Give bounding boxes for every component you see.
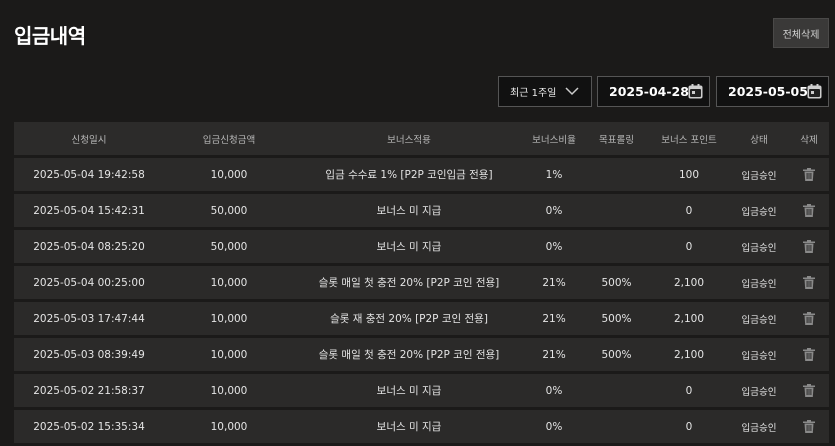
row-rate: 21% <box>542 348 566 361</box>
row-bonus: 슬롯 매일 첫 충전 20% [P2P 코인 전용] <box>318 277 500 289</box>
row-point: 2,100 <box>673 276 705 289</box>
row-point: 100 <box>678 168 700 181</box>
table-header: 신청일시 입금신청금액 보너스적용 보너스비율 목표롤링 보너스 포인트 상태 … <box>14 122 829 155</box>
delete-row-button[interactable] <box>789 420 829 433</box>
delete-row-button[interactable] <box>789 240 829 253</box>
row-amount: 10,000 <box>210 384 248 397</box>
row-rate: 0% <box>545 240 563 253</box>
row-bonus: 보너스 미 지급 <box>376 421 442 433</box>
column-header: 보너스적용 <box>387 134 431 146</box>
row-point: 0 <box>685 420 693 433</box>
row-bonus: 보너스 미 지급 <box>376 385 442 397</box>
table-row: 2025-05-04 00:25:00 10,000 슬롯 매일 첫 충전 20% … <box>14 266 829 299</box>
row-rate: 0% <box>545 204 563 217</box>
row-rate: 0% <box>545 420 563 433</box>
trash-icon[interactable] <box>803 384 815 397</box>
column-header: 신청일시 <box>71 134 107 146</box>
row-status: 입금승인 <box>741 314 777 326</box>
delete-row-button[interactable] <box>789 384 829 397</box>
column-header: 보너스비율 <box>532 134 576 146</box>
delete-row-button[interactable] <box>789 204 829 217</box>
delete-row-button[interactable] <box>789 168 829 181</box>
column-header: 목표롤링 <box>599 134 634 146</box>
row-date: 2025-05-04 08:25:20 <box>33 240 145 253</box>
column-header: 상태 <box>750 134 768 146</box>
row-target: 500% <box>601 348 632 361</box>
row-amount: 10,000 <box>210 348 248 361</box>
row-rate: 1% <box>545 168 563 181</box>
table-row: 2025-05-02 15:35:34 10,000 보너스 미 지급 0% 0 입금승인 <box>14 410 829 443</box>
row-status: 입금승인 <box>741 350 777 362</box>
trash-icon[interactable] <box>803 348 815 361</box>
row-amount: 50,000 <box>210 240 248 253</box>
row-status: 입금승인 <box>741 242 777 254</box>
row-bonus: 슬롯 재 충전 20% [P2P 코인 전용] <box>330 313 488 325</box>
trash-icon[interactable] <box>803 204 815 217</box>
row-status: 입금승인 <box>741 386 777 398</box>
start-date-input[interactable]: 2025-04-28 <box>597 76 710 107</box>
row-point: 2,100 <box>673 348 705 361</box>
row-target: 500% <box>601 312 632 325</box>
table-row: 2025-05-02 21:58:37 10,000 보너스 미 지급 0% 0 입금승인 <box>14 374 829 407</box>
calendar-icon[interactable] <box>807 84 822 99</box>
column-header: 입금신청금액 <box>202 134 256 146</box>
row-status: 입금승인 <box>741 422 777 434</box>
table-row: 2025-05-04 15:42:31 50,000 보너스 미 지급 0% 0 입금승인 <box>14 194 829 227</box>
row-point: 0 <box>685 240 693 253</box>
period-select[interactable]: 최근 1주일 <box>498 76 592 107</box>
trash-icon[interactable] <box>803 168 815 181</box>
row-bonus: 보너스 미 지급 <box>376 241 442 253</box>
row-bonus: 슬롯 매일 첫 충전 20% [P2P 코인 전용] <box>318 349 500 361</box>
row-date: 2025-05-04 19:42:58 <box>33 168 145 181</box>
period-select-label: 최근 1주일 <box>510 88 557 99</box>
row-bonus: 보너스 미 지급 <box>376 205 442 217</box>
row-date: 2025-05-03 08:39:49 <box>33 348 145 361</box>
row-point: 2,100 <box>673 312 705 325</box>
row-status: 입금승인 <box>741 170 777 182</box>
row-rate: 0% <box>545 384 563 397</box>
row-rate: 21% <box>542 276 566 289</box>
row-point: 0 <box>685 384 693 397</box>
calendar-icon[interactable] <box>688 84 703 99</box>
end-date-value: 2025-05-05 <box>728 84 808 99</box>
row-date: 2025-05-02 21:58:37 <box>33 384 145 397</box>
row-status: 입금승인 <box>741 278 777 290</box>
start-date-value: 2025-04-28 <box>609 84 689 99</box>
table-row: 2025-05-03 08:39:49 10,000 슬롯 매일 첫 충전 20% … <box>14 338 829 371</box>
row-date: 2025-05-02 15:35:34 <box>33 420 145 433</box>
row-amount: 10,000 <box>210 312 248 325</box>
row-amount: 10,000 <box>210 420 248 433</box>
column-header: 보너스 포인트 <box>661 134 717 146</box>
table-row: 2025-05-04 08:25:20 50,000 보너스 미 지급 0% 0 입금승인 <box>14 230 829 263</box>
delete-row-button[interactable] <box>789 312 829 325</box>
delete-all-button[interactable]: 전체삭제 <box>773 18 829 48</box>
end-date-input[interactable]: 2025-05-05 <box>716 76 829 107</box>
row-status: 입금승인 <box>741 206 777 218</box>
trash-icon[interactable] <box>803 240 815 253</box>
row-amount: 10,000 <box>210 276 248 289</box>
table-body: 2025-05-04 19:42:58 10,000 입금 수수료 1% [P2P … <box>14 158 829 443</box>
row-date: 2025-05-04 15:42:31 <box>33 204 145 217</box>
row-amount: 50,000 <box>210 204 248 217</box>
delete-row-button[interactable] <box>789 348 829 361</box>
trash-icon[interactable] <box>803 420 815 433</box>
deposit-history-table: 신청일시 입금신청금액 보너스적용 보너스비율 목표롤링 보너스 포인트 상태 … <box>14 122 829 443</box>
row-point: 0 <box>685 204 693 217</box>
row-bonus: 입금 수수료 1% [P2P 코인입금 전용] <box>325 169 493 181</box>
row-date: 2025-05-03 17:47:44 <box>33 312 145 325</box>
filter-bar: 최근 1주일 2025-04-28 2025-05-05 <box>0 76 835 107</box>
page-title: 입금내역 <box>14 24 86 48</box>
row-amount: 10,000 <box>210 168 248 181</box>
row-date: 2025-05-04 00:25:00 <box>33 276 145 289</box>
column-header: 삭제 <box>800 134 818 146</box>
row-target: 500% <box>601 276 632 289</box>
row-rate: 21% <box>542 312 566 325</box>
table-row: 2025-05-04 19:42:58 10,000 입금 수수료 1% [P2P … <box>14 158 829 191</box>
trash-icon[interactable] <box>803 312 815 325</box>
chevron-down-icon <box>565 87 579 96</box>
delete-row-button[interactable] <box>789 276 829 289</box>
trash-icon[interactable] <box>803 276 815 289</box>
table-row: 2025-05-03 17:47:44 10,000 슬롯 재 충전 20% [P2… <box>14 302 829 335</box>
